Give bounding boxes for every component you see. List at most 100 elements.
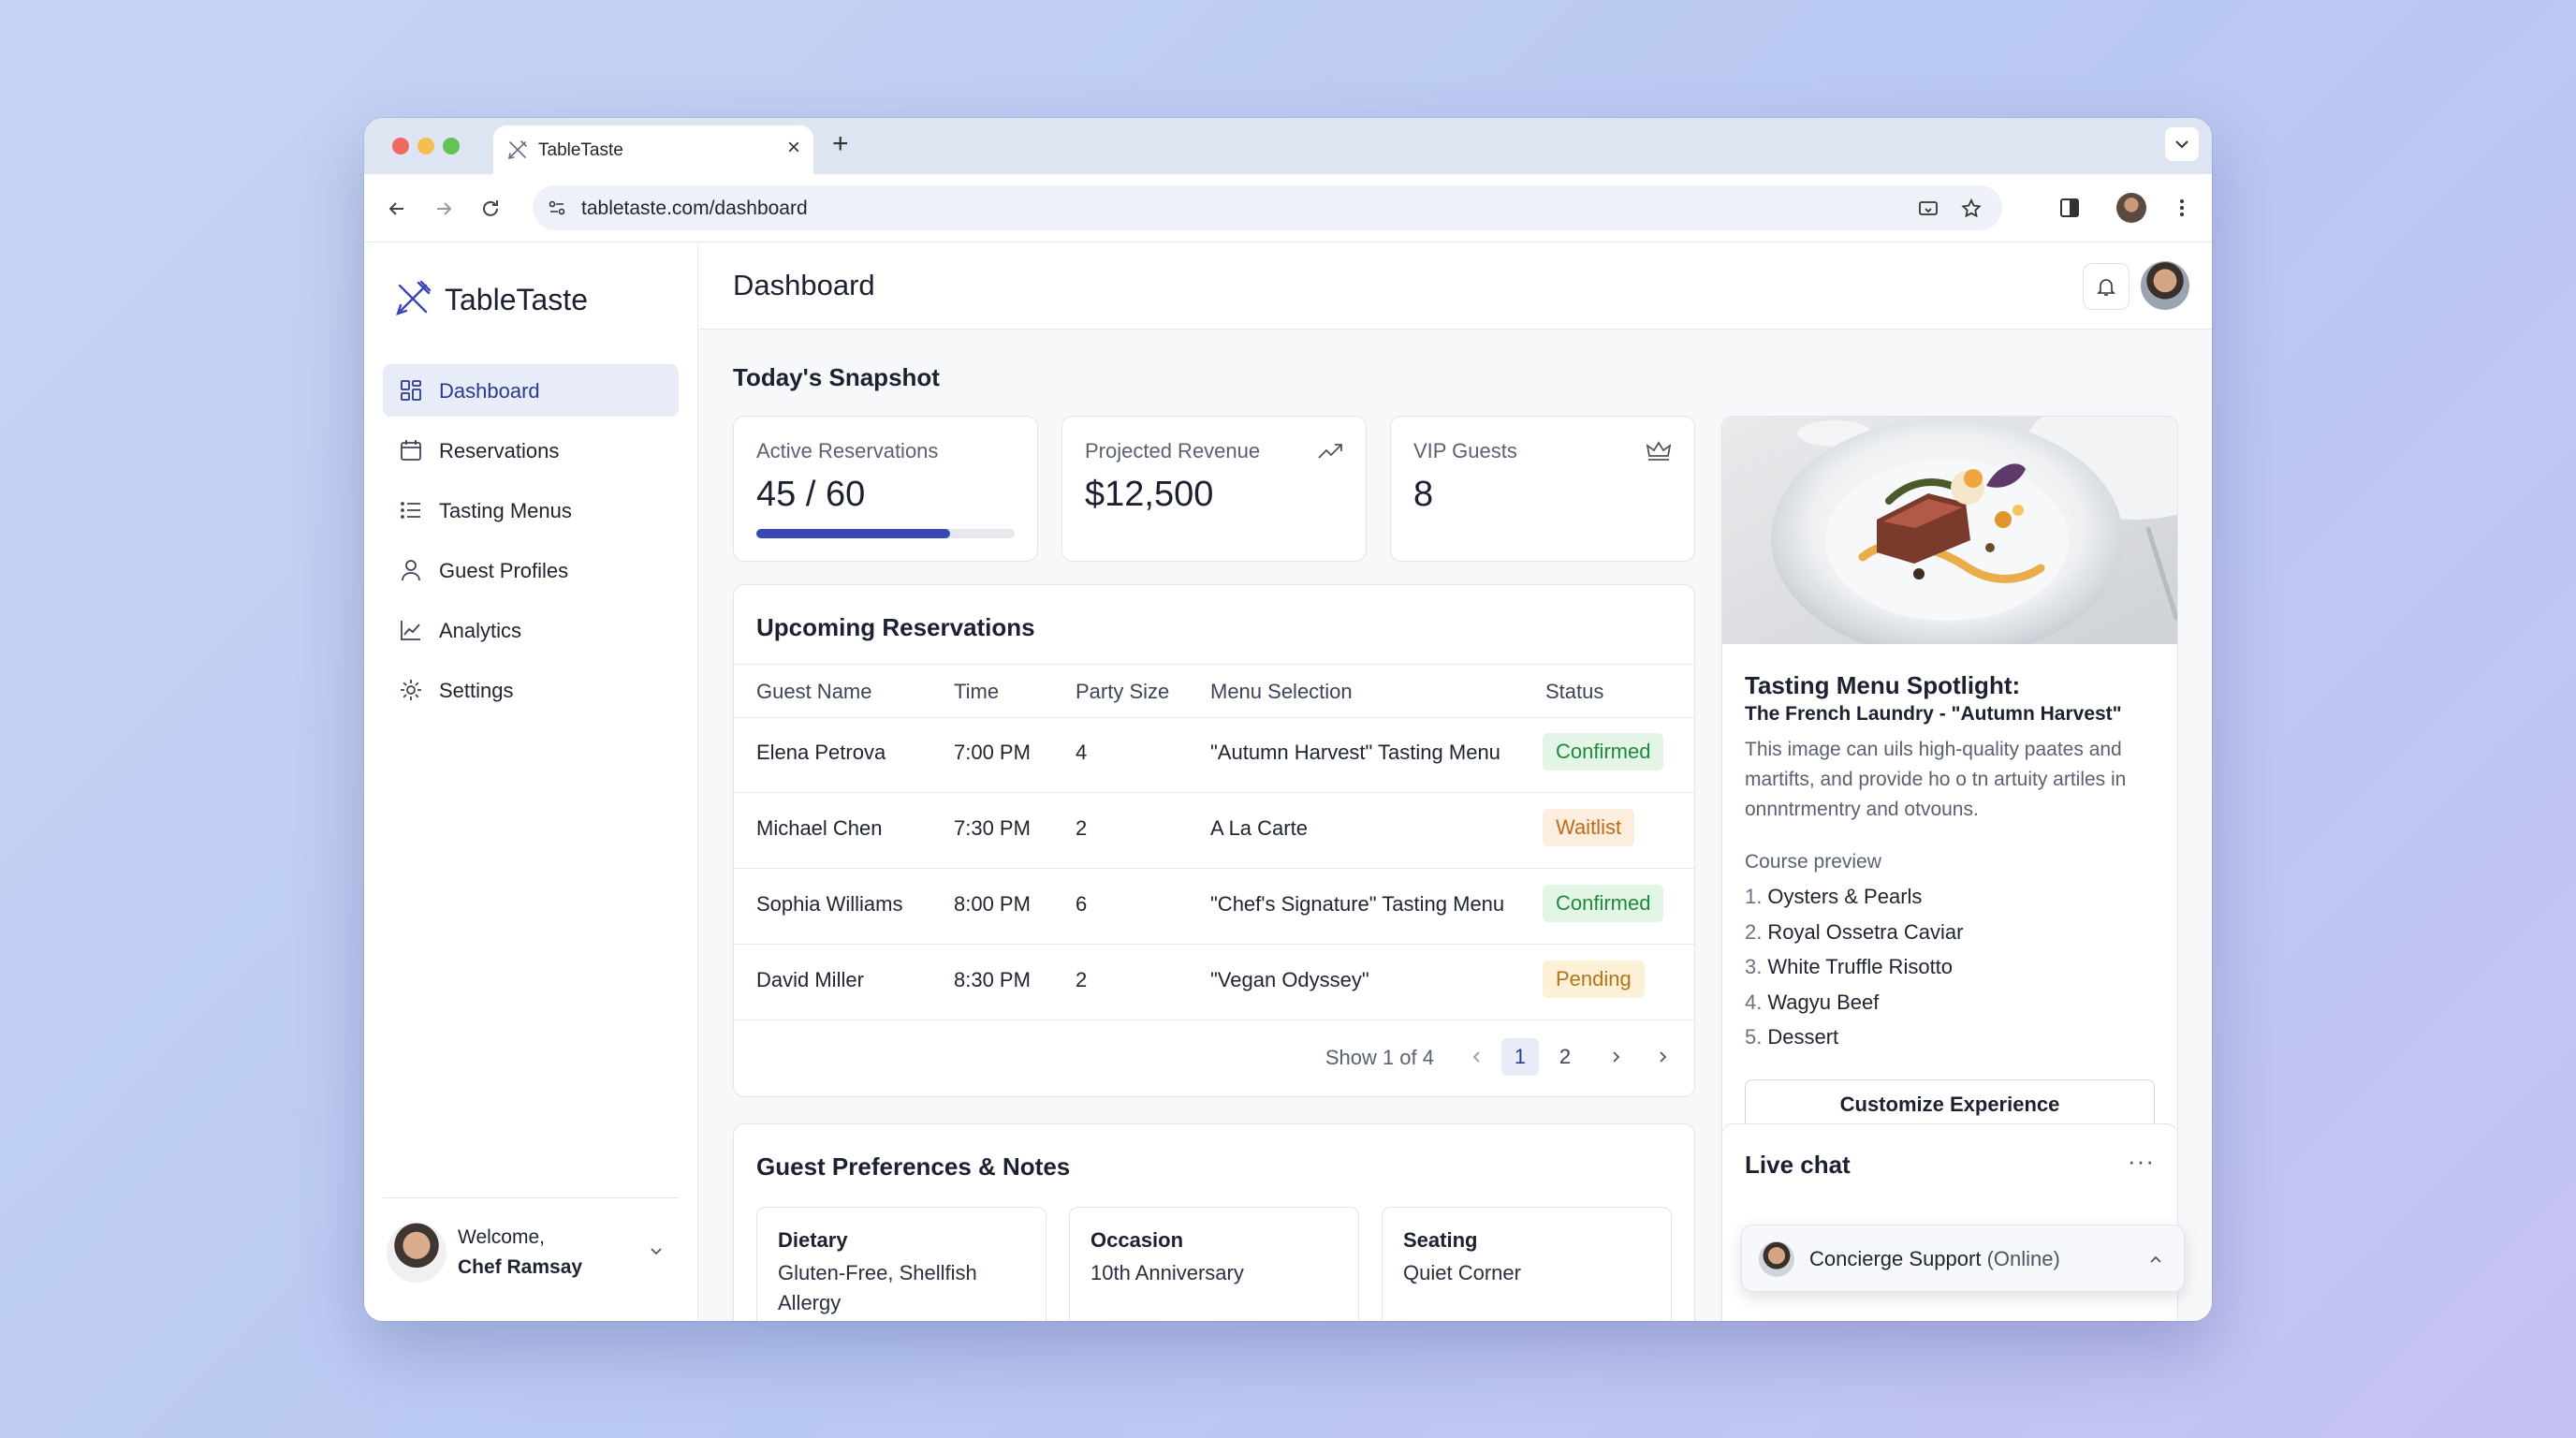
chevron-right-icon[interactable] [1606,1048,1625,1066]
guest-name: Elena Petrova [756,741,886,764]
customize-experience-button[interactable]: Customize Experience [1745,1079,2155,1130]
bookmark-star-icon[interactable] [1959,197,1983,221]
reservations-title: Upcoming Reservations [756,613,1035,641]
list-item: 5. Dessert [1745,1025,1839,1049]
more-options-icon[interactable]: ··· [2128,1147,2155,1176]
sidebar-item-dashboard[interactable]: Dashboard [383,364,679,417]
sidebar-item-reservations[interactable]: Reservations [383,424,679,477]
list-item: 3. White Truffle Risotto [1745,955,1954,978]
preference-title: Seating [1403,1228,1478,1252]
close-tab-button[interactable]: × [787,137,800,159]
table-row[interactable]: Sophia Williams 8:00 PM 6 "Chef's Signat… [734,868,1694,945]
sidebar-item-tasting-menus[interactable]: Tasting Menus [383,484,679,536]
concierge-chat-bar[interactable]: Concierge Support (Online) [1741,1225,2185,1292]
column-header[interactable]: Party Size [1076,680,1169,704]
stat-label: Projected Revenue [1085,439,1261,462]
status-badge: Waitlist [1543,809,1635,846]
guest-preferences-card: Guest Preferences & Notes Dietary Gluten… [733,1123,1695,1321]
back-arrow-icon[interactable] [385,197,409,221]
chevron-left-icon[interactable] [1468,1048,1486,1066]
gear-icon [401,680,421,700]
stat-label: VIP Guests [1413,439,1517,462]
table-row[interactable]: Elena Petrova 7:00 PM 4 "Autumn Harvest"… [734,716,1694,793]
side-panel-icon[interactable] [2056,195,2083,221]
user-menu[interactable]: Welcome, Chef Ramsay [383,1197,679,1283]
course-name: Oysters & Pearls [1767,885,1923,908]
tab-strip: TableTaste × + [364,118,2212,174]
stat-card-vip-guests: VIP Guests 8 [1390,416,1695,562]
forward-arrow-icon[interactable] [432,197,456,221]
tab-search-button[interactable] [2165,127,2199,161]
cast-icon[interactable] [1916,197,1940,221]
agent-status: (Online) [1986,1247,2060,1270]
spotlight-title: Tasting Menu Spotlight: [1745,671,2021,699]
profile-avatar[interactable] [2116,193,2146,223]
address-bar[interactable]: tabletaste.com/dashboard [533,185,2002,230]
page-button-2[interactable]: 2 [1546,1038,1584,1076]
site-settings-icon[interactable] [546,197,568,219]
party-size: 2 [1076,816,1088,840]
sidebar-nav: Dashboard Reservations Tasting Menus Gue… [383,364,679,724]
status-badge: Pending [1543,961,1645,998]
guest-name: Michael Chen [756,816,883,840]
sidebar-item-label: Reservations [439,439,560,462]
sidebar-item-label: Dashboard [439,379,540,403]
table-row[interactable]: Michael Chen 7:30 PM 2 A La Carte Waitli… [734,792,1694,869]
menu-selection: "Vegan Odyssey" [1210,968,1369,991]
column-header[interactable]: Status [1545,680,1603,704]
reservation-time: 8:00 PM [954,892,1031,916]
sidebar: TableTaste Dashboard Reservations Tastin… [364,242,698,1321]
preference-text: Gluten-Free, Shellfish Allergy [778,1261,977,1314]
preference-title: Dietary [778,1228,848,1252]
course-preview-label: Course preview [1745,851,1881,873]
tab-title: TableTaste [538,140,623,160]
stat-label: Active Reservations [756,439,939,462]
chevron-down-icon[interactable] [647,1241,666,1260]
sidebar-item-settings[interactable]: Settings [383,664,679,716]
sidebar-item-analytics[interactable]: Analytics [383,604,679,656]
brand-name: TableTaste [445,283,588,316]
column-header[interactable]: Guest Name [756,680,872,704]
chevron-right-last-icon[interactable] [1653,1048,1672,1066]
course-name: Dessert [1767,1025,1839,1049]
sidebar-item-label: Tasting Menus [439,499,572,522]
user-name: Chef Ramsay [458,1256,583,1278]
reservation-time: 7:30 PM [954,816,1031,840]
tasting-menu-spotlight-card: Tasting Menu Spotlight: The French Laund… [1721,416,2178,1146]
minimize-window-button[interactable] [417,138,434,154]
table-row[interactable]: David Miller 8:30 PM 2 "Vegan Odyssey" P… [734,944,1694,1020]
maximize-window-button[interactable] [443,138,460,154]
spotlight-subtitle: The French Laundry - "Autumn Harvest" [1745,703,2122,725]
page-button-1[interactable]: 1 [1501,1038,1539,1076]
column-header[interactable]: Time [954,680,999,704]
avatar[interactable] [2141,261,2189,310]
list-item: 4. Wagyu Beef [1745,990,1880,1014]
browser-menu-icon[interactable] [2169,195,2195,221]
course-name: Royal Ossetra Caviar [1767,919,1964,944]
menu-selection: A La Carte [1210,816,1308,840]
menu-selection: "Chef's Signature" Tasting Menu [1210,892,1505,916]
menu-selection: "Autumn Harvest" Tasting Menu [1210,741,1500,764]
sidebar-item-guest-profiles[interactable]: Guest Profiles [383,544,679,596]
sidebar-item-label: Settings [439,679,514,702]
dish-photo-illustration [1722,417,2177,644]
page-header: Dashboard [698,242,2212,330]
progress-fill [756,529,950,538]
column-header[interactable]: Menu Selection [1210,680,1353,704]
avatar [387,1223,446,1283]
preference-text: Quiet Corner [1403,1261,1521,1284]
stat-value: 8 [1413,475,1434,514]
reload-icon[interactable] [478,197,503,221]
party-size: 2 [1076,968,1088,991]
calendar-icon [401,440,421,461]
new-tab-button[interactable]: + [832,129,849,159]
course-list: 1. Oysters & Pearls 2. Royal Ossetra Cavia… [1745,885,1963,1061]
crown-icon [1646,441,1672,461]
list-item: 2. Royal Ossetra Caviar [1745,919,1964,944]
browser-tab[interactable]: TableTaste × [493,125,813,174]
reservation-time: 7:00 PM [954,741,1031,764]
close-window-button[interactable] [392,138,409,154]
notifications-button[interactable] [2083,263,2130,310]
reservation-time: 8:30 PM [954,968,1031,991]
chevron-up-icon[interactable] [2146,1250,2165,1269]
